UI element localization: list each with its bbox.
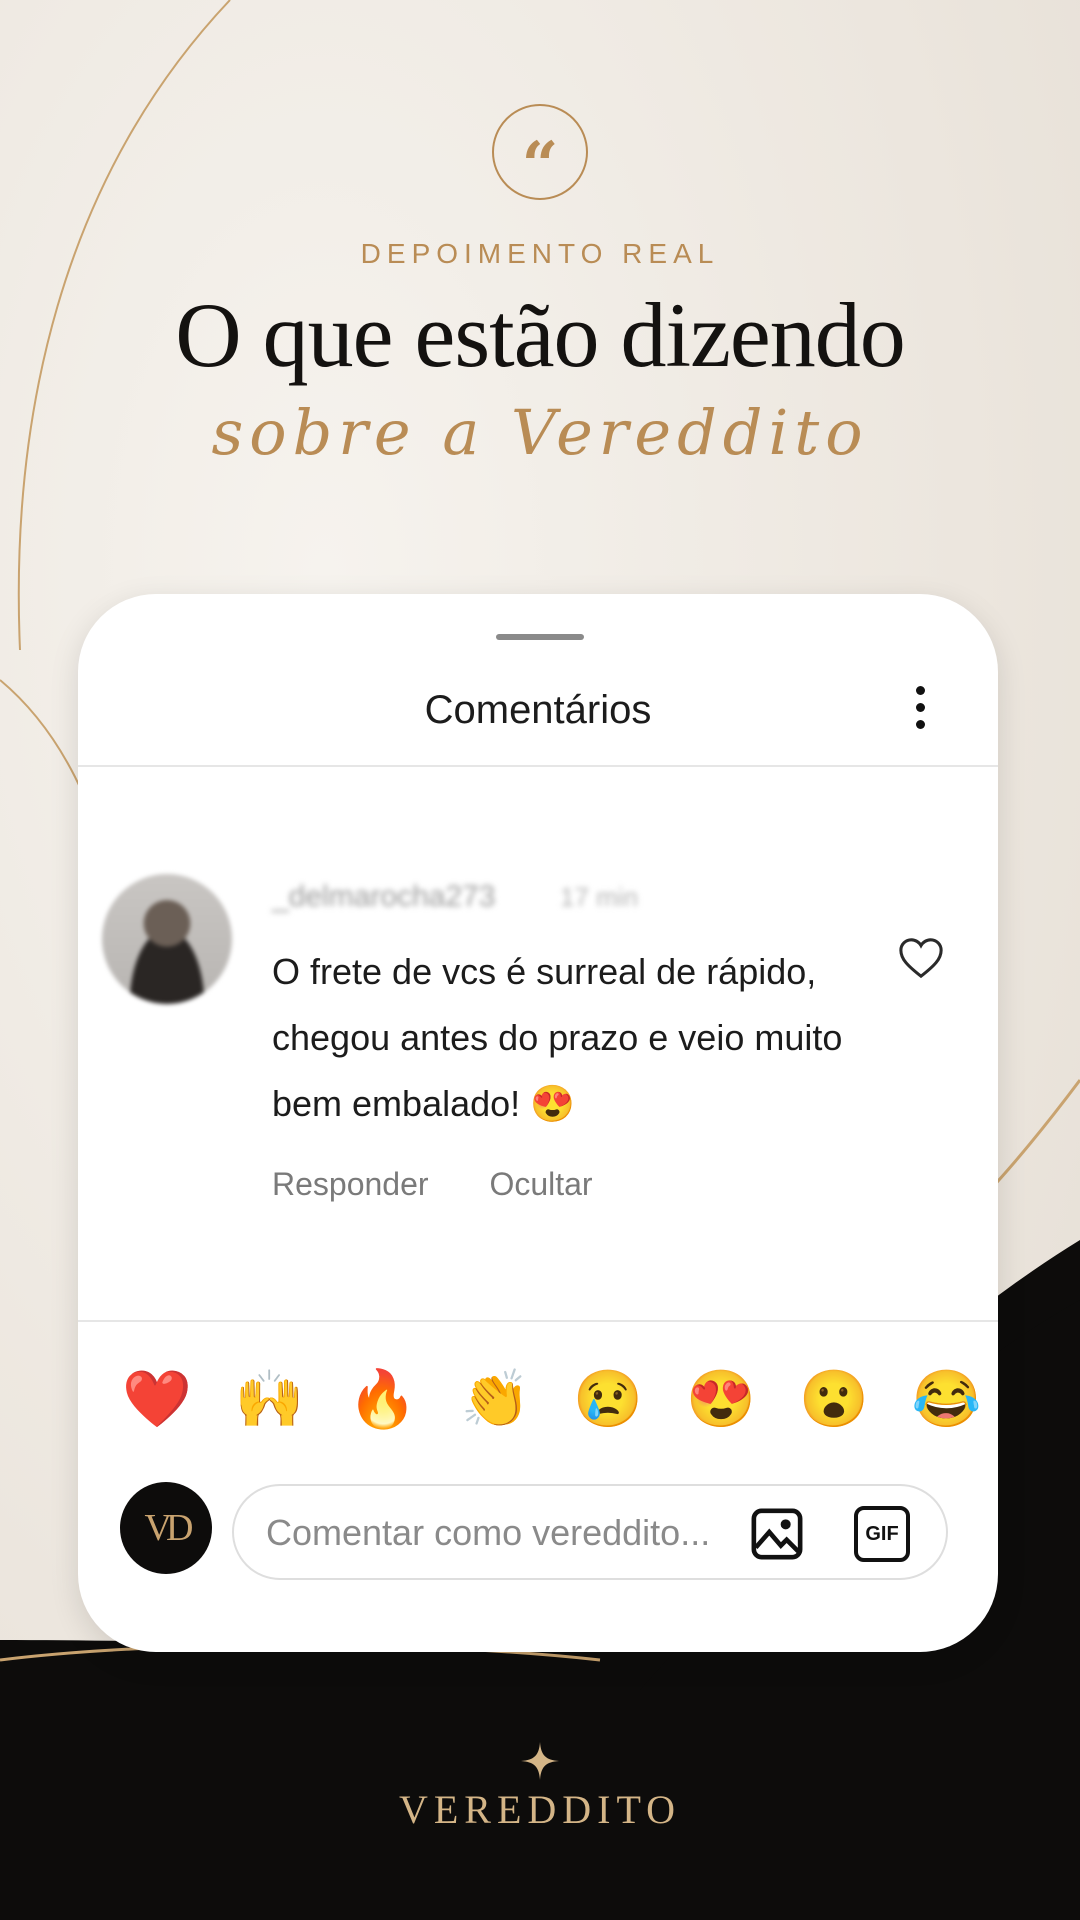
reaction-crying[interactable]: 😢 xyxy=(573,1366,643,1432)
comments-card: Comentários _delmarocha273 17 min O fret… xyxy=(78,594,998,1652)
comment-actions: Responder Ocultar xyxy=(272,1166,645,1203)
composer-avatar: VD xyxy=(120,1482,212,1574)
reaction-fire[interactable]: 🔥 xyxy=(348,1366,418,1432)
kicker: DEPOIMENTO REAL xyxy=(360,238,720,269)
sparkle-icon xyxy=(521,1742,559,1780)
gif-icon[interactable]: GIF xyxy=(854,1506,910,1562)
quote-glyph: “ xyxy=(521,128,559,203)
reaction-heart-eyes[interactable]: 😍 xyxy=(686,1366,756,1432)
heart-outline-icon[interactable] xyxy=(898,936,944,980)
brand-logo: VEREDDITO xyxy=(398,1787,682,1832)
header-divider xyxy=(78,765,998,767)
composer-avatar-text: VD xyxy=(144,1507,194,1549)
avatar[interactable] xyxy=(102,874,232,1004)
reaction-clapping[interactable]: 👏 xyxy=(461,1366,531,1432)
reaction-surprised[interactable]: 😮 xyxy=(799,1366,869,1432)
reaction-raised-hands[interactable]: 🙌 xyxy=(235,1366,305,1432)
comment-input-placeholder: Comentar como vereddito... xyxy=(266,1512,711,1553)
reaction-bar: ❤️ 🙌 🔥 👏 😢 😍 😮 😂 xyxy=(122,1366,982,1432)
quote-icon: “ xyxy=(492,104,588,200)
reaction-laughing[interactable]: 😂 xyxy=(912,1366,982,1432)
comment-time: 17 min xyxy=(560,882,639,912)
comment-input[interactable]: Comentar como vereddito... GIF xyxy=(232,1484,948,1580)
comment-username[interactable]: _delmarocha273 xyxy=(272,880,496,914)
comment-text: O frete de vcs é surreal de rápido, cheg… xyxy=(272,951,843,1124)
hide-button[interactable]: Ocultar xyxy=(489,1166,592,1202)
reactions-divider xyxy=(78,1320,998,1322)
reply-button[interactable]: Responder xyxy=(272,1166,429,1202)
card-title: Comentários xyxy=(424,688,652,732)
image-icon[interactable] xyxy=(750,1506,804,1562)
drag-handle[interactable] xyxy=(496,634,584,640)
reaction-heart[interactable]: ❤️ xyxy=(122,1366,192,1432)
headline: O que estão dizendo xyxy=(175,284,906,386)
script-subtitle: sobre a Vereddito xyxy=(211,396,869,469)
more-vertical-icon[interactable] xyxy=(914,686,926,736)
